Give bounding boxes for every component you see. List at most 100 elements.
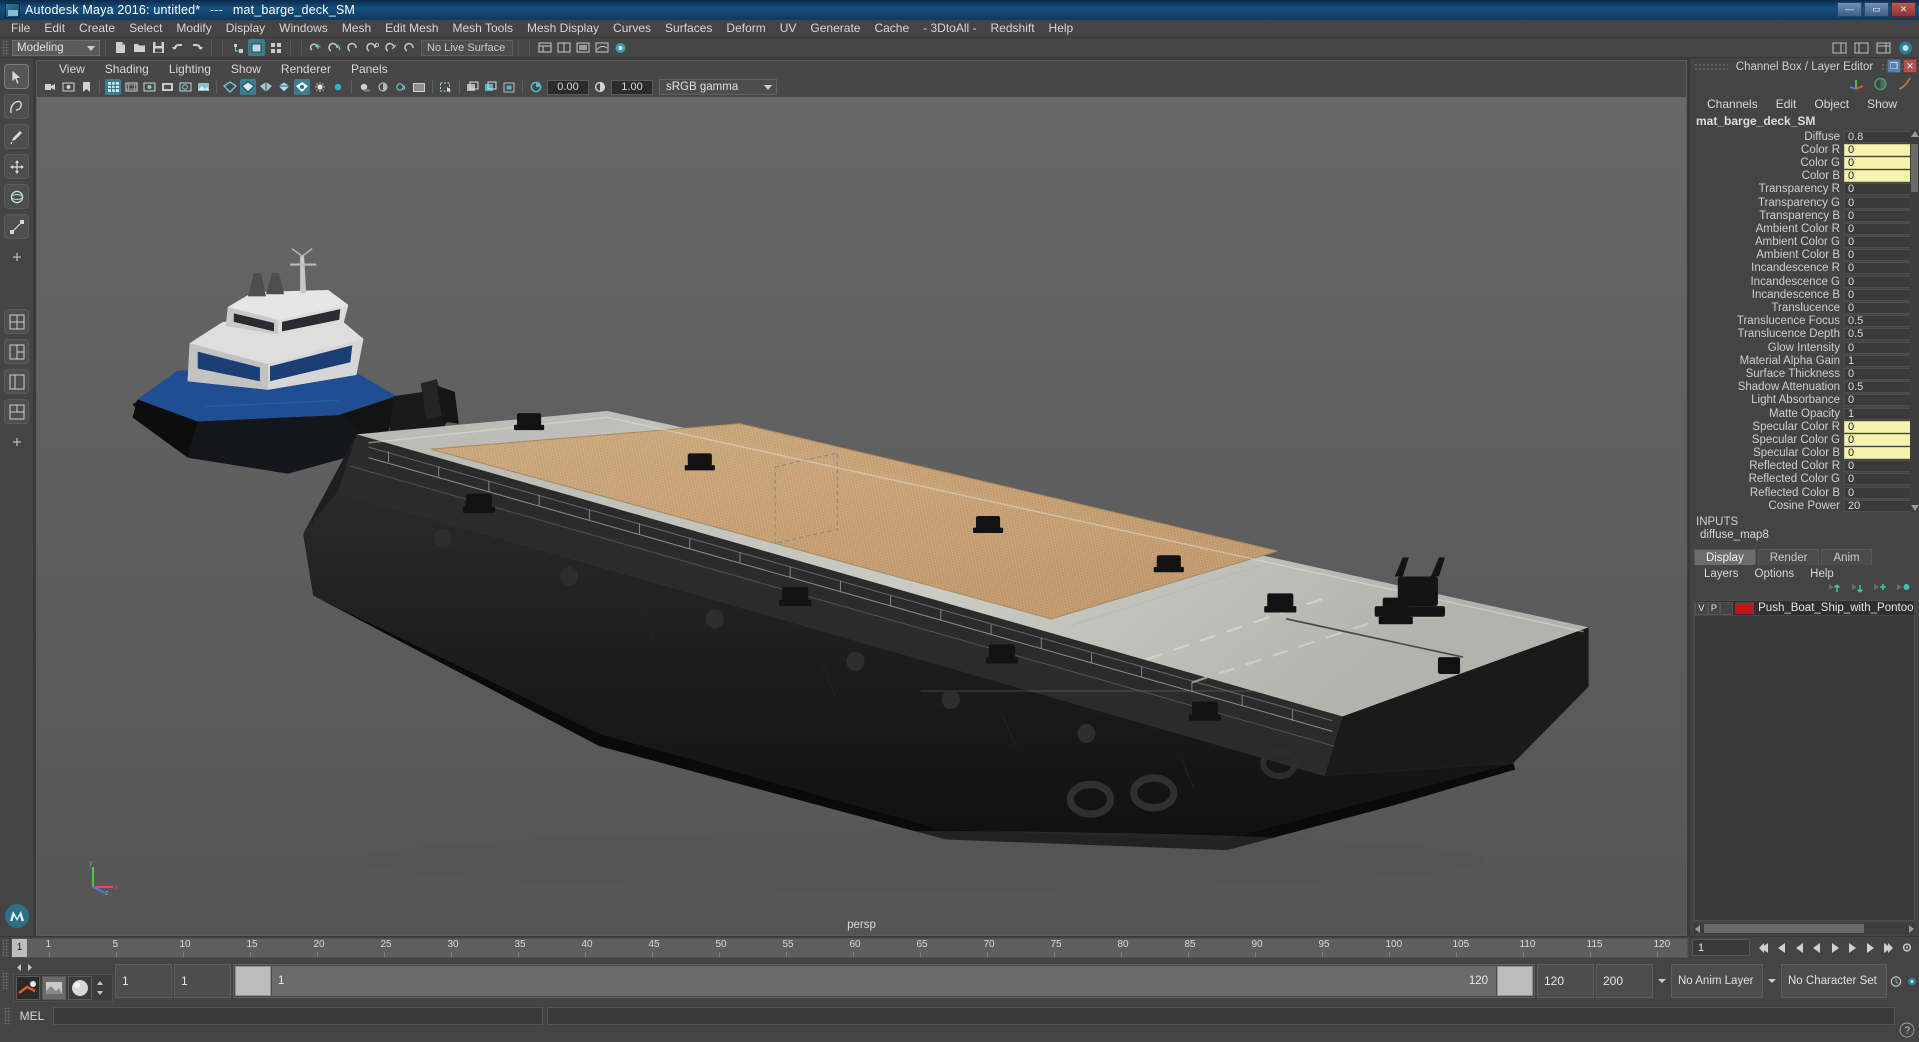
xray-joints-icon[interactable]	[483, 79, 499, 95]
layer-type-toggle[interactable]	[1720, 601, 1733, 615]
scroll-left-arrow-icon[interactable]	[1695, 925, 1700, 933]
menu-item-edit-mesh[interactable]: Edit Mesh	[378, 20, 445, 37]
command-language-label[interactable]: MEL	[15, 1009, 49, 1023]
shade-options-icon[interactable]	[258, 79, 274, 95]
smooth-shade-all-icon[interactable]	[240, 79, 256, 95]
channel-value-field[interactable]: 1	[1844, 354, 1919, 367]
play-backwards-icon[interactable]	[1808, 939, 1825, 956]
current-frame-field[interactable]: 1	[1692, 939, 1750, 956]
channel-row[interactable]: Incandescence R 0	[1690, 262, 1919, 275]
inputs-item[interactable]: diffuse_map8	[1690, 529, 1919, 543]
outliner-persp-layout-button[interactable]	[4, 369, 29, 394]
channel-box-menu-object[interactable]: Object	[1805, 97, 1858, 111]
channel-value-field[interactable]: 0	[1844, 196, 1919, 209]
anim-layer-chevron-icon[interactable]	[1765, 964, 1779, 998]
channel-value-field[interactable]: 0.8	[1844, 130, 1919, 143]
resolution-gate-icon[interactable]	[141, 79, 157, 95]
step-forward-key-icon[interactable]	[1862, 939, 1879, 956]
channel-row[interactable]: Specular Color B 0	[1690, 447, 1919, 460]
color-profile-selector[interactable]: sRGB gamma	[659, 79, 777, 95]
layer-list[interactable]: V P Push_Boat_Ship_with_Pontoon	[1694, 600, 1915, 921]
current-frame-marker[interactable]: 1	[12, 938, 27, 957]
channel-value-field[interactable]: 0	[1844, 433, 1919, 446]
snap-to-view-plane-icon[interactable]	[384, 39, 401, 56]
channel-value-field[interactable]: 1	[1844, 407, 1919, 420]
menu-item-display[interactable]: Display	[219, 20, 272, 37]
channel-box-menu-channels[interactable]: Channels	[1698, 97, 1767, 111]
undo-icon[interactable]	[169, 39, 186, 56]
menu-item-mesh-tools[interactable]: Mesh Tools	[446, 20, 520, 37]
show-outliner-icon[interactable]	[536, 39, 553, 56]
show-persp-outliner-icon[interactable]	[555, 39, 572, 56]
channel-row[interactable]: Ambient Color R 0	[1690, 222, 1919, 235]
viewport-menu-lighting[interactable]: Lighting	[159, 62, 221, 77]
layer-menu-layers[interactable]: Layers	[1696, 568, 1747, 580]
show-hypergraph-icon[interactable]	[574, 39, 591, 56]
channel-row[interactable]: Transparency B 0	[1690, 209, 1919, 222]
menu-item-windows[interactable]: Windows	[272, 20, 335, 37]
lasso-tool[interactable]	[4, 94, 29, 119]
channel-value-field[interactable]: 0	[1844, 249, 1919, 262]
film-gate-icon[interactable]	[123, 79, 139, 95]
close-button[interactable]: ✕	[1891, 2, 1916, 17]
channel-value-field[interactable]: 0	[1844, 447, 1919, 460]
channel-value-field[interactable]: 0	[1844, 262, 1919, 275]
channel-value-field[interactable]: 0.5	[1844, 315, 1919, 328]
channel-value-field[interactable]: 0.5	[1844, 381, 1919, 394]
select-camera-icon[interactable]	[42, 79, 58, 95]
channel-value-field[interactable]: 0	[1844, 367, 1919, 380]
four-view-layout-button[interactable]	[4, 309, 29, 334]
layer-list-horizontal-scrollbar[interactable]	[1694, 923, 1915, 934]
bookmark-icon[interactable]	[78, 79, 94, 95]
select-by-component-icon[interactable]	[267, 39, 284, 56]
channel-value-field[interactable]: 0	[1844, 302, 1919, 315]
channel-box-menu-edit[interactable]: Edit	[1767, 97, 1806, 111]
channel-row[interactable]: Incandescence G 0	[1690, 275, 1919, 288]
channel-box-scrollbar[interactable]	[1910, 130, 1919, 513]
channel-value-field[interactable]: 0	[1844, 156, 1919, 169]
make-live-icon[interactable]	[403, 39, 420, 56]
save-scene-icon[interactable]	[150, 39, 167, 56]
curve-tool-icon[interactable]	[1896, 76, 1913, 95]
layer-menu-options[interactable]: Options	[1747, 568, 1803, 580]
new-layer-icon[interactable]	[1873, 582, 1888, 598]
shelf-prev-arrow-icon[interactable]	[13, 961, 24, 974]
command-line-grip[interactable]	[4, 1007, 11, 1025]
turtle-render-icon[interactable]	[42, 976, 66, 1000]
use-default-light-icon[interactable]	[312, 79, 328, 95]
open-scene-icon[interactable]	[131, 39, 148, 56]
help-icon[interactable]: ?	[1899, 1022, 1915, 1038]
texture-display-icon[interactable]	[294, 79, 310, 95]
playback-start-field[interactable]: 1	[115, 964, 172, 998]
snap-to-curve-icon[interactable]	[327, 39, 344, 56]
channel-value-field[interactable]: 20	[1844, 499, 1919, 512]
menu-item-edit[interactable]: Edit	[37, 20, 72, 37]
layer-tab-anim[interactable]: Anim	[1821, 549, 1872, 566]
channel-value-field[interactable]: 0	[1844, 341, 1919, 354]
channel-box-toggle-icon[interactable]	[1875, 39, 1892, 56]
menu-item-file[interactable]: File	[4, 20, 37, 37]
scale-tool[interactable]	[4, 214, 29, 239]
workspace-icon[interactable]	[1897, 39, 1914, 56]
menu-item-modify[interactable]: Modify	[169, 20, 218, 37]
range-bar[interactable]	[272, 966, 1496, 996]
scroll-down-arrow-icon[interactable]	[1911, 505, 1919, 512]
panel-grip[interactable]	[1693, 63, 1728, 70]
channel-row[interactable]: Specular Color G 0	[1690, 433, 1919, 446]
new-scene-icon[interactable]	[112, 39, 129, 56]
channel-row[interactable]: Translucence 0	[1690, 301, 1919, 315]
go-to-end-icon[interactable]	[1880, 939, 1897, 956]
panel-close-button[interactable]: ✕	[1903, 59, 1917, 73]
hypershade-persp-layout-button[interactable]	[4, 399, 29, 424]
layer-visibility-toggle[interactable]: V	[1695, 601, 1708, 615]
menu-item-cache[interactable]: Cache	[867, 20, 916, 37]
shelf-next-arrow-icon[interactable]	[24, 961, 35, 974]
channel-row[interactable]: Transparency G 0	[1690, 196, 1919, 209]
layer-tab-render[interactable]: Render	[1757, 549, 1820, 566]
go-to-start-icon[interactable]	[1754, 939, 1771, 956]
snap-to-projected-center-icon[interactable]	[365, 39, 382, 56]
paint-select-tool[interactable]	[4, 124, 29, 149]
xray-icon[interactable]	[465, 79, 481, 95]
channel-row[interactable]: Surface Thickness 0	[1690, 367, 1919, 380]
character-set-selector[interactable]: No Character Set	[1781, 964, 1887, 998]
